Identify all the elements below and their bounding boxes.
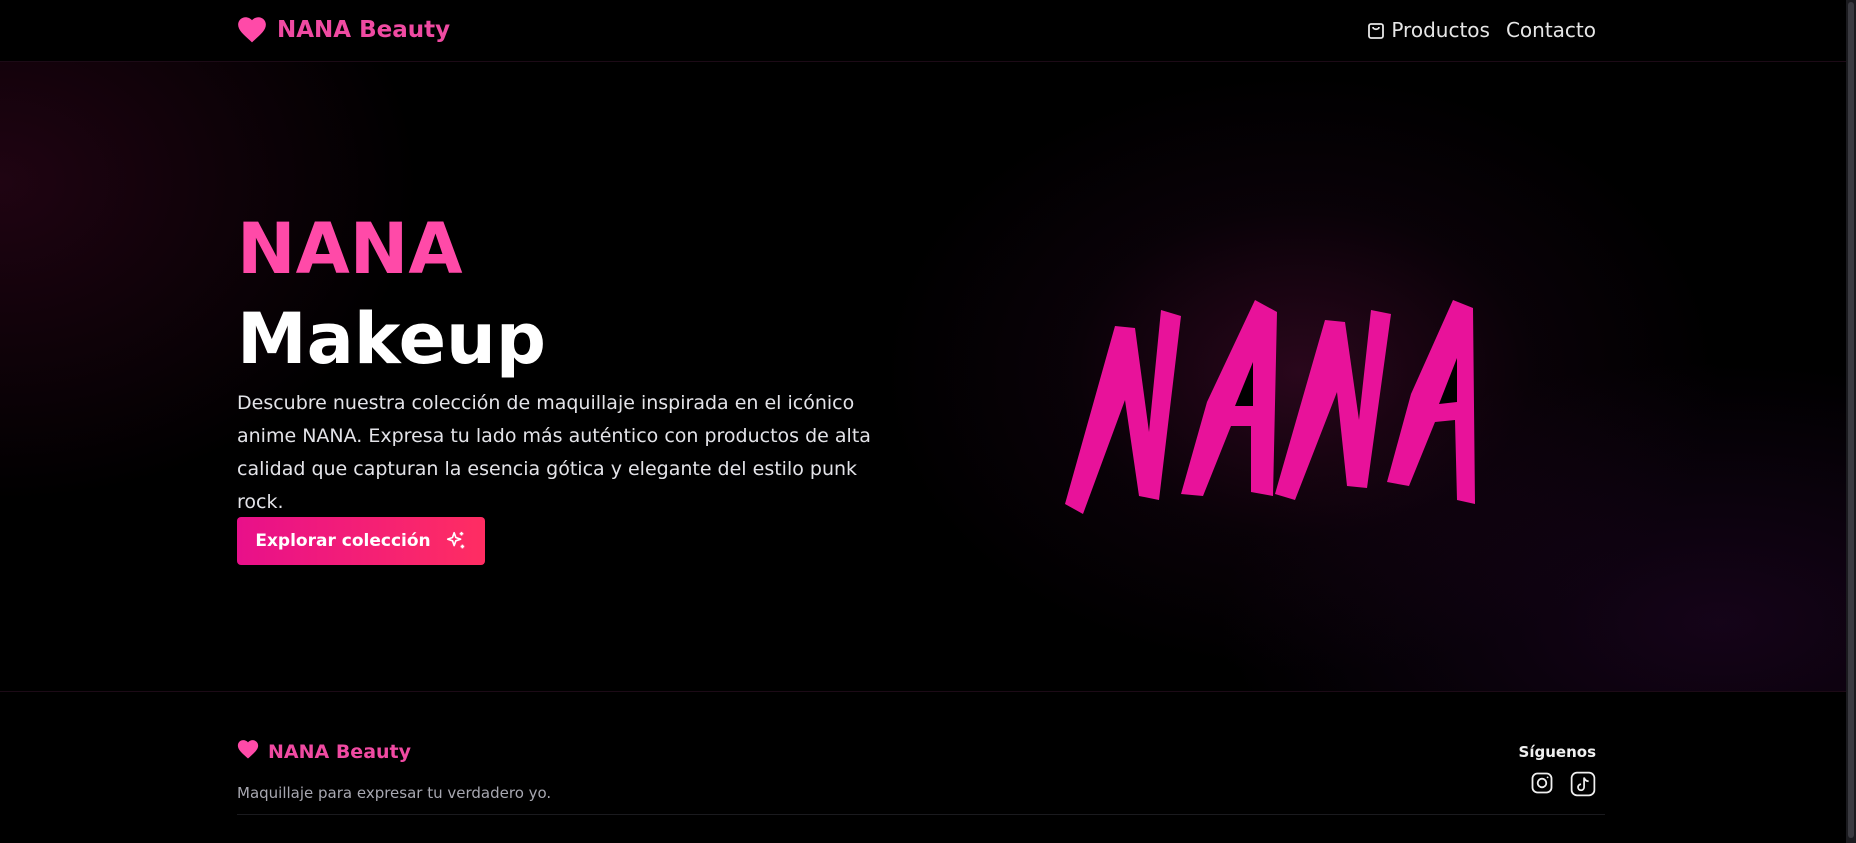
nav-contacto[interactable]: Contacto — [1506, 18, 1596, 42]
social-icons — [1516, 771, 1596, 797]
footer-brand-name: NANA Beauty — [268, 740, 412, 763]
nav-productos-label: Productos — [1391, 18, 1490, 42]
nana-logo-graphic — [1065, 300, 1475, 514]
tiktok-icon[interactable] — [1570, 771, 1596, 797]
footer-brand[interactable]: NANA Beauty — [237, 740, 411, 763]
main-nav: Productos Contacto — [1367, 10, 1596, 50]
sparkles-icon — [445, 530, 467, 552]
shopping-bag-icon — [1367, 20, 1385, 40]
hero-section: NANA Makeup Descubre nuestra colección d… — [0, 62, 1846, 692]
social-section: Síguenos — [1516, 743, 1596, 797]
hero-title-line2: Makeup — [237, 298, 546, 380]
nav-contacto-label: Contacto — [1505, 18, 1596, 42]
scrollbar-thumb[interactable] — [1848, 2, 1854, 838]
brand-name: NANA Beauty — [277, 17, 451, 43]
site-header: NANA Beauty Productos Contacto — [0, 0, 1846, 62]
brand-link[interactable]: NANA Beauty — [237, 10, 450, 50]
site-footer: NANA Beauty Maquillaje para expresar tu … — [0, 693, 1846, 843]
page: NANA Beauty Productos Contacto NANA Make… — [0, 0, 1856, 843]
scrollbar[interactable] — [1846, 0, 1856, 843]
instagram-icon[interactable] — [1530, 771, 1554, 797]
hero-title: NANA Makeup — [237, 204, 546, 384]
nav-productos[interactable]: Productos — [1367, 18, 1490, 42]
explore-collection-label: Explorar colección — [255, 531, 431, 551]
footer-tagline: Maquillaje para expresar tu verdadero yo… — [237, 784, 552, 802]
hero-description: Descubre nuestra colección de maquillaje… — [237, 392, 871, 513]
hero-title-line1: NANA — [237, 208, 463, 290]
nana-logo — [1055, 282, 1495, 522]
heart-icon — [237, 17, 267, 43]
explore-collection-button[interactable]: Explorar colección — [237, 517, 485, 565]
footer-divider — [237, 814, 1605, 815]
heart-icon — [237, 740, 259, 763]
social-title: Síguenos — [1518, 743, 1596, 761]
